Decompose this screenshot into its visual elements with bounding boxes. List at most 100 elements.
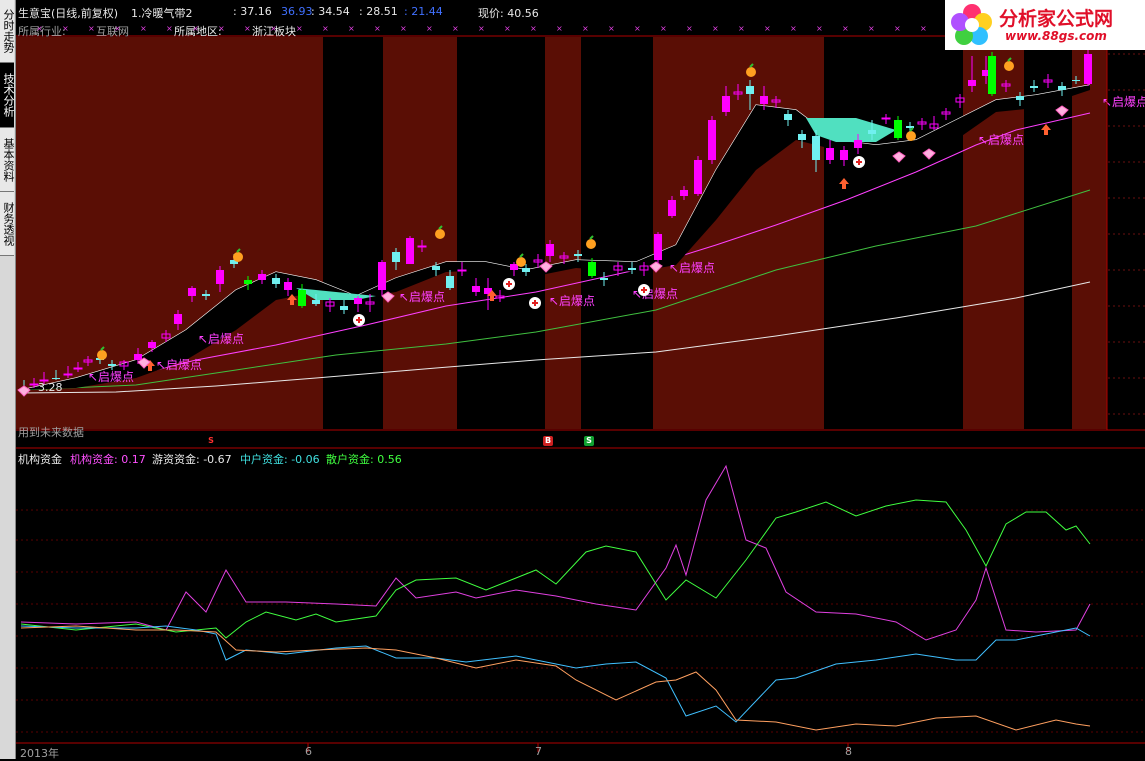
arrow-up-icon xyxy=(1041,124,1051,135)
candle-body xyxy=(52,378,60,379)
low-price-label: 3.28 xyxy=(38,381,63,394)
candle-body xyxy=(708,120,716,160)
candle-body xyxy=(312,300,320,304)
peach-icon xyxy=(746,67,756,77)
chart-canvas[interactable]: ↖启爆点↖启爆点↖启爆点↖启爆点 ↖启爆点 ↖启爆点↖启爆点↖启爆点↖启爆点 × × ×… xyxy=(16,0,1145,759)
tab-financials[interactable]: 财务透视 xyxy=(0,192,15,256)
candle-body xyxy=(417,245,427,248)
candle-body xyxy=(546,244,554,256)
retail-fund-value: 散户资金: 0.56 xyxy=(326,453,402,466)
peach-icon xyxy=(906,131,916,141)
region-value: 浙江板块 xyxy=(252,25,296,38)
candle-body xyxy=(868,130,876,134)
top-marker: × xyxy=(88,24,95,33)
industry-label: 所属行业: xyxy=(18,25,66,38)
top-marker: × xyxy=(764,24,771,33)
top-marker: × xyxy=(738,24,745,33)
candle-body xyxy=(760,96,768,104)
retail-fund-line xyxy=(20,625,1091,731)
peach-leaf xyxy=(589,235,594,240)
price-band xyxy=(963,37,1024,429)
candle-body xyxy=(472,286,480,292)
price-band xyxy=(383,37,457,429)
candle-body xyxy=(188,288,196,296)
qibao-label: ↖启爆点 xyxy=(156,358,202,372)
top-marker: × xyxy=(790,24,797,33)
candle-body xyxy=(392,252,400,262)
top-marker: × xyxy=(816,24,823,33)
candle-body xyxy=(1016,96,1024,100)
inst-fund-line xyxy=(20,464,1091,641)
peach-leaf xyxy=(519,253,524,258)
qibao-label: ↖启爆点 xyxy=(978,133,1024,147)
candle-body xyxy=(668,200,676,216)
signal-s-marker: S xyxy=(208,436,214,445)
candle-body xyxy=(174,314,182,324)
top-marker: × xyxy=(634,24,641,33)
candle-body xyxy=(894,120,902,138)
candle-body xyxy=(1030,86,1038,88)
top-marker: × xyxy=(920,24,927,33)
peach-icon xyxy=(97,350,107,360)
peach-icon xyxy=(233,252,243,262)
xaxis-label-jul: 7 xyxy=(535,745,542,758)
fund-flow-lines xyxy=(20,464,1091,731)
top-marker: × xyxy=(608,24,615,33)
xaxis-label-jun: 6 xyxy=(305,745,312,758)
candle-body xyxy=(588,262,596,276)
indicator-value-2: 36.93 xyxy=(281,5,313,18)
candle-body xyxy=(108,364,116,366)
logo-name: 分析家公式网 xyxy=(999,8,1114,30)
top-marker: × xyxy=(530,24,537,33)
candle-body xyxy=(73,367,83,370)
candle-body xyxy=(746,86,754,94)
qibao-label: ↖启爆点 xyxy=(1102,95,1145,109)
top-marker: × xyxy=(322,24,329,33)
hot-fund-line xyxy=(20,499,1091,639)
candle-body xyxy=(340,306,348,310)
inst-fund-value: 机构资金: 0.17 xyxy=(70,453,146,466)
site-logo[interactable]: 分析家公式网 www.88gs.com xyxy=(945,0,1145,50)
tab-technical-analysis[interactable]: 技术分析 xyxy=(0,63,15,128)
top-marker: × xyxy=(504,24,511,33)
qibao-label: ↖启爆点 xyxy=(88,370,134,384)
candle-body xyxy=(854,140,862,148)
indicator-value-5: : 21.44 xyxy=(404,5,443,18)
top-marker: × xyxy=(140,24,147,33)
candle-body xyxy=(654,234,662,260)
industry-value: 互联网 xyxy=(96,25,129,38)
mid-fund-line xyxy=(20,625,1091,723)
candle-body xyxy=(432,266,440,270)
mid-fund-value: 中户资金: -0.06 xyxy=(240,453,320,466)
candle-body xyxy=(988,56,996,94)
qibao-label: ↖启爆点 xyxy=(399,290,445,304)
candle-body xyxy=(298,290,306,306)
top-marker: × xyxy=(348,24,355,33)
top-marker: × xyxy=(894,24,901,33)
tab-timeshare[interactable]: 分时走势 xyxy=(0,0,15,63)
candle-body xyxy=(798,134,806,140)
signal-s-marker-2: S xyxy=(584,436,594,446)
top-marker: × xyxy=(166,24,173,33)
top-marker: × xyxy=(556,24,563,33)
candle-body xyxy=(881,117,891,120)
top-marker: × xyxy=(296,24,303,33)
candle-body xyxy=(457,269,467,272)
top-marker: × xyxy=(686,24,693,33)
candle-body xyxy=(812,136,820,160)
top-marker: × xyxy=(244,24,251,33)
candle-body xyxy=(680,190,688,196)
indicator-value-3: : 34.54 xyxy=(311,5,350,18)
price-band xyxy=(545,37,581,429)
top-marker: × xyxy=(660,24,667,33)
current-price: 现价: 40.56 xyxy=(478,7,539,20)
indicator-value-4: : 28.51 xyxy=(359,5,398,18)
candle-body xyxy=(784,114,792,120)
hot-fund-value: 游资资金: -0.67 xyxy=(152,453,232,466)
candle-body xyxy=(1084,54,1092,84)
top-marker: × xyxy=(374,24,381,33)
tab-fundamentals[interactable]: 基本资料 xyxy=(0,128,15,192)
peach-icon xyxy=(516,257,526,267)
candle-body xyxy=(378,262,386,290)
candle-body xyxy=(272,278,280,284)
